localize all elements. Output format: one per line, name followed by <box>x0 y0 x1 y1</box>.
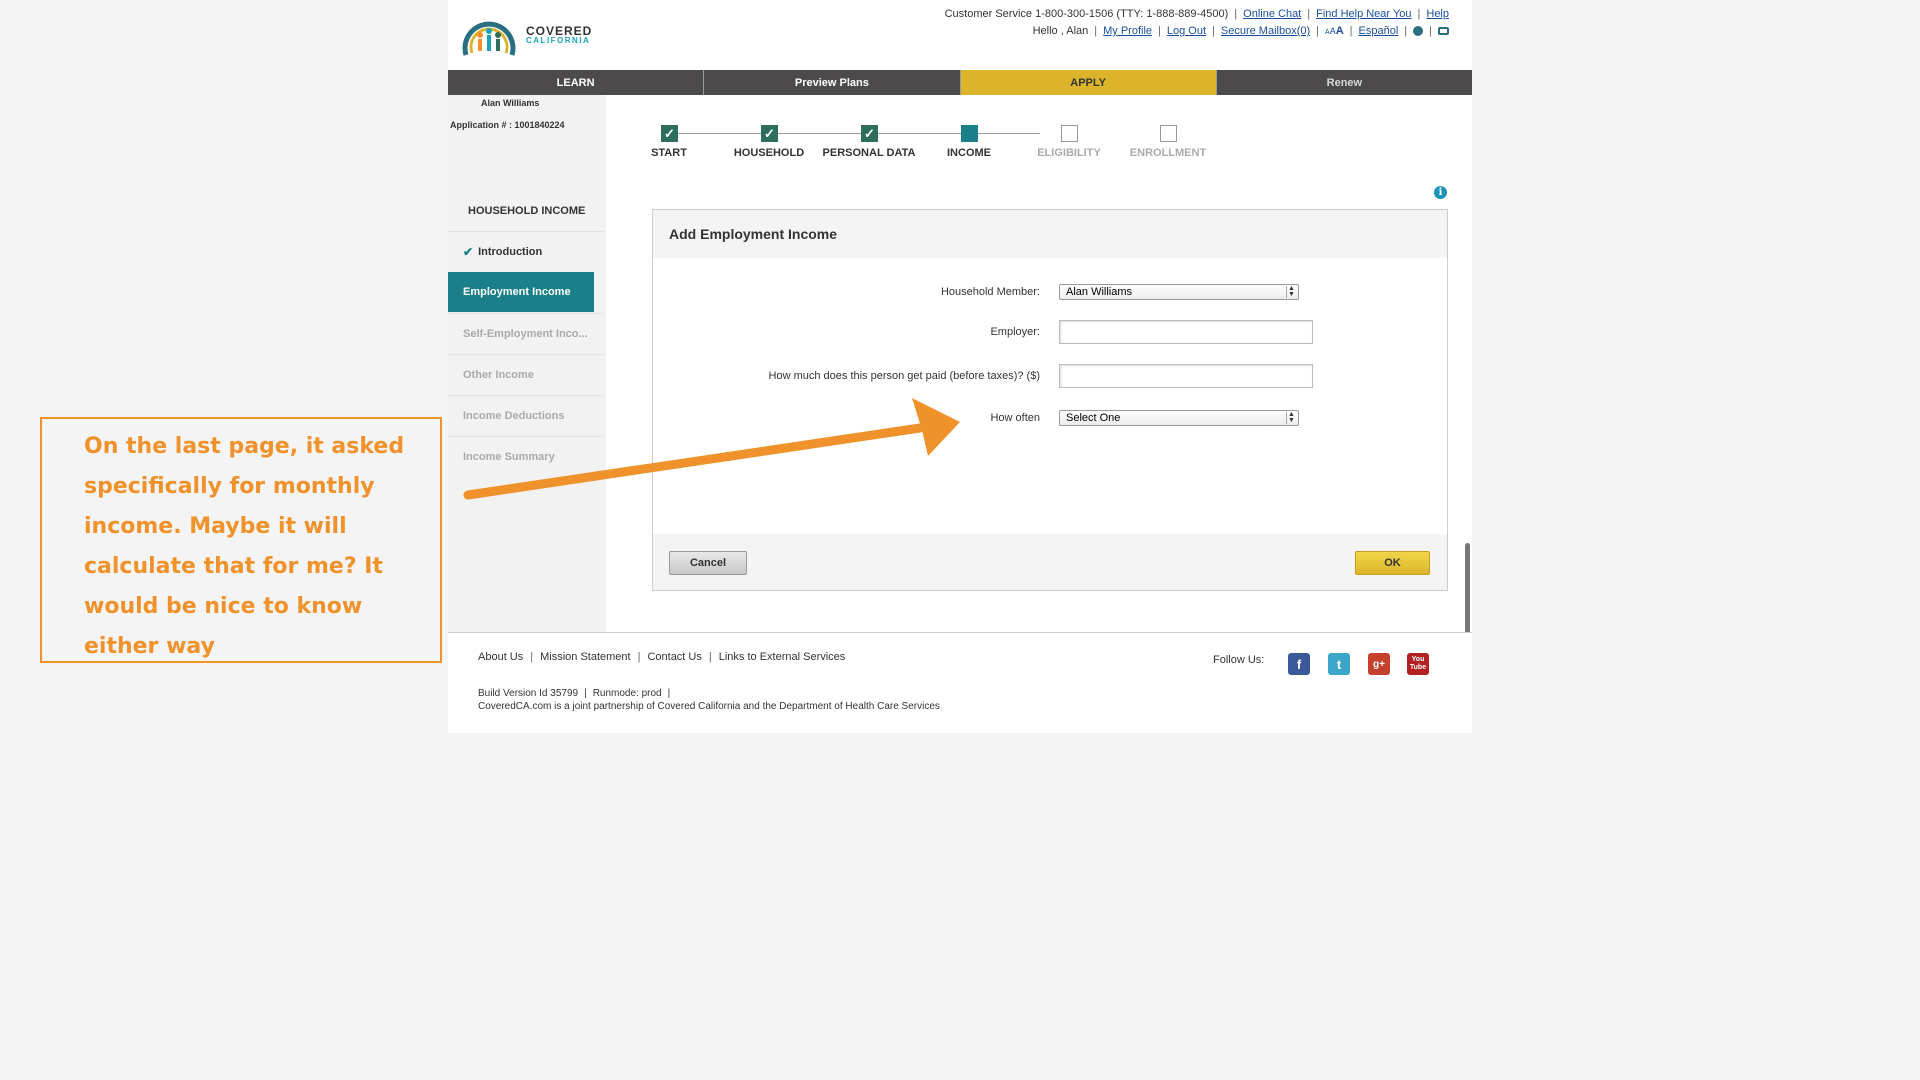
printer-icon[interactable] <box>1438 27 1449 35</box>
build-info: Build Version Id 35799 | Runmode: prod | <box>478 688 671 699</box>
sidebar-heading: HOUSEHOLD INCOME <box>468 205 586 217</box>
logo-icon <box>462 21 516 56</box>
how-often-select[interactable]: Select One ▲ ▼ <box>1059 410 1299 426</box>
sidebar-item-employment-income[interactable]: Employment Income <box>448 272 594 312</box>
utility-row-top: Customer Service 1-800-300-1506 (TTY: 1-… <box>944 8 1449 20</box>
how-often-value: Select One <box>1066 412 1121 424</box>
checkmark-icon: ✔ <box>463 244 474 259</box>
font-size-controls: AAA <box>1325 25 1344 37</box>
applicant-name: Alan Williams <box>481 98 540 108</box>
panel-title: Add Employment Income <box>653 210 1447 258</box>
covered-california-logo[interactable]: COVERED CALIFORNIA <box>458 6 596 64</box>
select-arrows-icon: ▲ ▼ <box>1286 411 1296 424</box>
step-income-box <box>961 125 978 142</box>
my-profile-link[interactable]: My Profile <box>1103 25 1152 37</box>
follow-us-label: Follow Us: <box>1213 654 1265 666</box>
page-container: COVERED CALIFORNIA Customer Service 1-80… <box>448 0 1472 733</box>
footer-link-contact-us[interactable]: Contact Us <box>647 651 701 663</box>
sidebar-item-other-income[interactable]: Other Income <box>448 354 604 394</box>
step-label-start: START <box>651 147 687 159</box>
page-footer: About Us | Mission Statement | Contact Us | Li… <box>448 632 1472 733</box>
online-chat-link[interactable]: Online Chat <box>1243 8 1301 20</box>
select-arrows-icon: ▲ ▼ <box>1286 285 1296 298</box>
sidebar-item-self-employment-income[interactable]: Self-Employment Inco... <box>448 313 604 353</box>
sidebar-item-label: Self-Employment Inco... <box>463 327 588 340</box>
household-member-select[interactable]: Alan Williams ▲ ▼ <box>1059 284 1299 300</box>
espanol-link[interactable]: Español <box>1359 25 1399 37</box>
left-sidebar: Alan Williams Application # : 1001840224… <box>448 95 606 632</box>
runmode: Runmode: prod <box>592 688 662 699</box>
step-label-personal-data: PERSONAL DATA <box>822 147 916 159</box>
footer-link-external-services[interactable]: Links to External Services <box>719 651 846 663</box>
step-start-box: ✓ <box>661 125 678 142</box>
youtube-icon[interactable]: You Tube <box>1407 653 1429 675</box>
sidebar-item-introduction[interactable]: ✔ Introduction <box>448 231 604 271</box>
facebook-icon[interactable]: f <box>1288 653 1310 675</box>
ok-button[interactable]: OK <box>1355 551 1430 575</box>
pay-amount-label: How much does this person get paid (befo… <box>768 370 1040 382</box>
nav-tab-learn[interactable]: LEARN <box>448 70 705 95</box>
step-label-eligibility: ELIGIBILITY <box>1037 147 1101 159</box>
footer-link-about-us[interactable]: About Us <box>478 651 523 663</box>
google-plus-icon[interactable]: g+ <box>1368 653 1390 675</box>
add-employment-income-panel: Add Employment Income Household Member: … <box>652 209 1448 591</box>
secure-mailbox-link[interactable]: Secure Mailbox(0) <box>1221 25 1310 37</box>
sidebar-item-label: Income Summary <box>463 450 555 463</box>
sidebar-item-label: Other Income <box>463 368 534 381</box>
step-household-box: ✓ <box>761 125 778 142</box>
step-label-income: INCOME <box>947 147 991 159</box>
sidebar-item-label: Employment Income <box>463 286 571 298</box>
cancel-button[interactable]: Cancel <box>669 551 747 575</box>
find-help-link[interactable]: Find Help Near You <box>1316 8 1411 20</box>
main-nav: LEARN Preview Plans APPLY Renew <box>448 70 1472 95</box>
footer-links: About Us | Mission Statement | Contact Us | Li… <box>478 651 846 663</box>
step-enrollment-box <box>1160 125 1177 142</box>
how-often-label: How often <box>990 412 1040 424</box>
panel-footer: Cancel OK <box>653 534 1447 590</box>
step-label-enrollment: ENROLLMENT <box>1129 147 1207 159</box>
nav-tab-apply[interactable]: APPLY <box>960 70 1217 95</box>
annotation-text: On the last page, it asked specifically … <box>84 434 405 659</box>
font-large-button[interactable]: A <box>1336 25 1344 37</box>
step-label-household: HOUSEHOLD <box>733 147 805 159</box>
build-version: Build Version Id 35799 <box>478 688 579 699</box>
employer-label: Employer: <box>990 326 1040 338</box>
progress-line <box>678 133 1040 134</box>
partnership-text: CoveredCA.com is a joint partnership of … <box>478 701 940 712</box>
footer-link-mission-statement[interactable]: Mission Statement <box>540 651 630 663</box>
nav-tab-preview-plans[interactable]: Preview Plans <box>704 70 961 95</box>
globe-icon[interactable] <box>1413 26 1424 36</box>
household-member-value: Alan Williams <box>1066 286 1133 298</box>
sidebar-item-income-summary[interactable]: Income Summary <box>448 436 604 476</box>
sidebar-item-income-deductions[interactable]: Income Deductions <box>448 395 604 435</box>
step-eligibility-box <box>1061 125 1078 142</box>
employer-input[interactable] <box>1059 320 1313 344</box>
logo-text-california: CALIFORNIA <box>526 36 591 46</box>
help-link[interactable]: Help <box>1426 8 1449 20</box>
utility-row-bottom: Hello , Alan | My Profile | Log Out | Secure M… <box>1033 25 1449 37</box>
customer-service-text: Customer Service 1-800-300-1506 (TTY: 1-… <box>944 8 1229 20</box>
household-member-label: Household Member: <box>940 286 1040 298</box>
application-number: Application # : 1001840224 <box>450 120 565 130</box>
sidebar-item-label: Income Deductions <box>463 409 565 422</box>
log-out-link[interactable]: Log Out <box>1167 25 1206 37</box>
annotation-callout: On the last page, it asked specifically … <box>40 417 442 663</box>
sidebar-item-label: Introduction <box>478 245 543 258</box>
pay-amount-input[interactable] <box>1059 364 1313 388</box>
step-personal-data-box: ✓ <box>861 125 878 142</box>
nav-tab-renew[interactable]: Renew <box>1216 70 1472 95</box>
greeting-text: Hello , Alan <box>1032 25 1089 37</box>
twitter-icon[interactable]: t <box>1328 653 1350 675</box>
info-icon[interactable]: i <box>1434 186 1447 199</box>
